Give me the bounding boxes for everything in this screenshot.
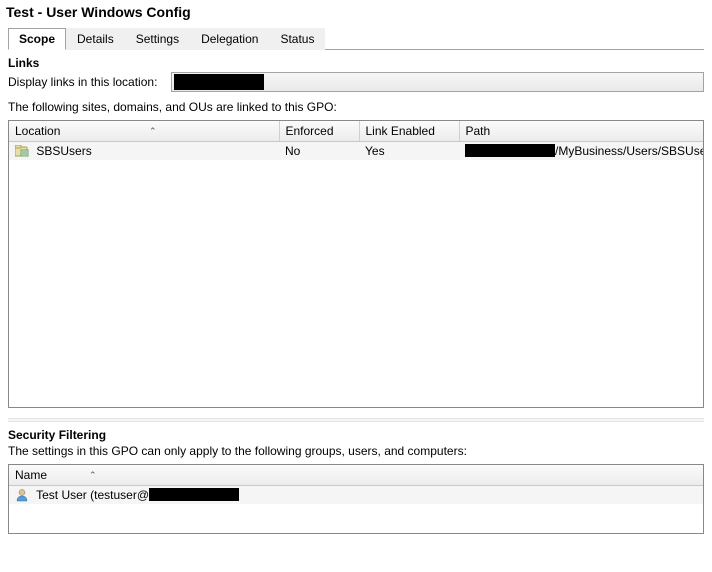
tab-settings[interactable]: Settings: [125, 28, 190, 50]
links-row-path-redacted: [465, 144, 555, 157]
security-table: Name ⌃ Test User (testuser@: [9, 465, 703, 504]
location-dropdown-value-redacted: [174, 74, 264, 90]
links-row-location: SBSUsers: [36, 144, 91, 158]
links-table-container: Location ⌃ Enforced Link Enabled Path: [8, 120, 704, 408]
links-col-link-enabled[interactable]: Link Enabled: [359, 121, 459, 142]
pane-splitter[interactable]: [8, 418, 704, 422]
tab-details[interactable]: Details: [66, 28, 125, 50]
table-row[interactable]: SBSUsers No Yes /MyBusiness/Users/SBSUse…: [9, 142, 703, 161]
links-row-link-enabled: Yes: [359, 142, 459, 161]
security-row-name-redacted: [149, 488, 239, 501]
window-title: Test - User Windows Config: [0, 0, 712, 26]
links-row-path-suffix: /MyBusiness/Users/SBSUsers: [555, 144, 704, 158]
sort-caret-icon: ⌃: [89, 470, 97, 481]
security-col-name[interactable]: Name ⌃: [9, 465, 703, 486]
links-section-header: Links: [8, 56, 704, 70]
sort-caret-icon: ⌃: [149, 126, 157, 137]
tab-delegation[interactable]: Delegation: [190, 28, 269, 50]
user-icon: [15, 488, 29, 502]
links-col-path[interactable]: Path: [459, 121, 703, 142]
links-table: Location ⌃ Enforced Link Enabled Path: [9, 121, 703, 160]
display-links-label: Display links in this location:: [8, 75, 157, 89]
ou-icon: [15, 145, 29, 157]
security-filtering-header: Security Filtering: [8, 428, 704, 442]
links-row-enforced: No: [279, 142, 359, 161]
security-table-container: Name ⌃ Test User (testuser@: [8, 464, 704, 534]
table-row[interactable]: Test User (testuser@: [9, 486, 703, 505]
security-filtering-desc: The settings in this GPO can only apply …: [8, 444, 704, 458]
linked-description: The following sites, domains, and OUs ar…: [8, 100, 704, 114]
security-row-name-prefix: Test User (testuser@: [36, 488, 149, 502]
links-col-location[interactable]: Location ⌃: [9, 121, 279, 142]
links-col-location-label: Location: [15, 124, 60, 138]
links-col-enforced[interactable]: Enforced: [279, 121, 359, 142]
tab-status[interactable]: Status: [269, 28, 325, 50]
tab-bar: Scope Details Settings Delegation Status: [8, 28, 704, 50]
tab-scope[interactable]: Scope: [8, 28, 66, 50]
security-col-name-label: Name: [15, 468, 47, 482]
location-dropdown[interactable]: [171, 72, 704, 92]
